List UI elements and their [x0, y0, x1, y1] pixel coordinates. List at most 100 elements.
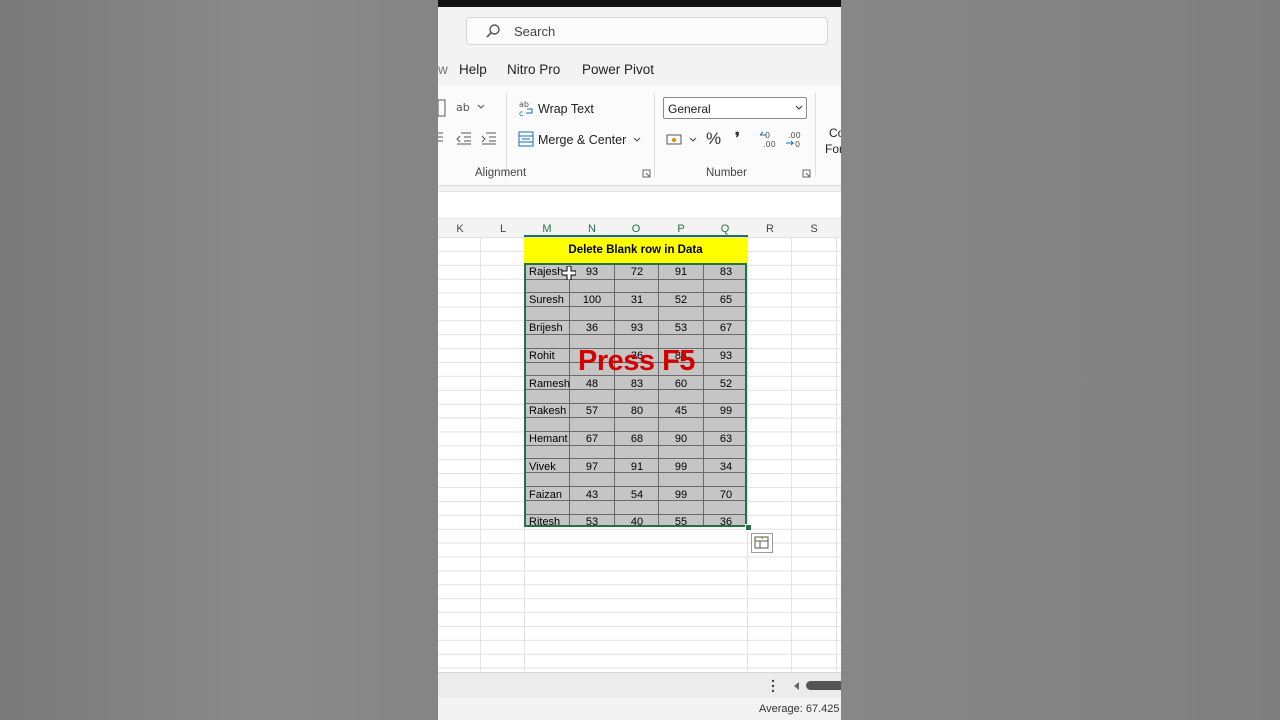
- cell-p[interactable]: 53: [659, 322, 703, 334]
- cell-q[interactable]: 36: [704, 516, 748, 528]
- cell-n[interactable]: 93: [570, 266, 614, 278]
- conditional-format-top[interactable]: Co: [829, 126, 841, 140]
- quick-analysis-button[interactable]: [751, 533, 773, 553]
- tab-partial[interactable]: w: [438, 62, 448, 77]
- cell-q[interactable]: 63: [704, 433, 748, 445]
- svg-text:.00: .00: [788, 131, 801, 140]
- table-row: Suresh 100 31 52 65: [526, 293, 749, 307]
- cell-o[interactable]: 83: [615, 378, 659, 390]
- col-header-m[interactable]: M: [525, 223, 569, 235]
- decrease-indent-icon[interactable]: [456, 131, 472, 145]
- col-header-p[interactable]: P: [659, 223, 703, 235]
- cell-o[interactable]: 72: [615, 266, 659, 278]
- tab-power-pivot[interactable]: Power Pivot: [582, 62, 654, 77]
- fill-handle[interactable]: [745, 524, 752, 531]
- cell-n[interactable]: 53: [570, 516, 614, 528]
- align-right-icon[interactable]: [438, 131, 444, 145]
- cell-p[interactable]: 91: [659, 266, 703, 278]
- title-bar: Search: [438, 7, 841, 57]
- cell-o[interactable]: 31: [615, 294, 659, 306]
- cell-name[interactable]: Rakesh: [526, 405, 573, 417]
- col-header-n[interactable]: N: [570, 223, 614, 235]
- sheet-title-cell[interactable]: Delete Blank row in Data: [524, 238, 747, 263]
- cell-q[interactable]: 67: [704, 322, 748, 334]
- cursor-cross-icon: [562, 266, 576, 280]
- accounting-format-icon[interactable]: [666, 132, 698, 148]
- scroll-left-icon[interactable]: [793, 681, 801, 691]
- increase-decimal-icon[interactable]: 0 .00: [759, 129, 781, 149]
- orientation-icon[interactable]: ab: [456, 99, 486, 115]
- cell-n[interactable]: 67: [570, 433, 614, 445]
- cell-q[interactable]: 93: [704, 350, 748, 362]
- search-placeholder: Search: [514, 24, 556, 39]
- chevron-down-icon[interactable]: [632, 136, 642, 144]
- col-header-o[interactable]: O: [614, 223, 658, 235]
- formula-bar[interactable]: [438, 191, 841, 219]
- cell-p[interactable]: 99: [659, 461, 703, 473]
- percent-button[interactable]: %: [706, 129, 721, 149]
- cell-name[interactable]: Hemant: [526, 433, 573, 445]
- selected-range[interactable]: Rajesh 93 72 91 83 Suresh 100 31 52 65 B…: [524, 263, 749, 528]
- orientation-glyph: ab: [456, 101, 470, 114]
- dialog-launcher-icon[interactable]: [642, 169, 652, 179]
- cell-o[interactable]: 93: [615, 322, 659, 334]
- horizontal-scrollbar[interactable]: [806, 681, 841, 690]
- cell-n[interactable]: 100: [570, 294, 614, 306]
- cell-name[interactable]: Ramesh: [526, 378, 573, 390]
- table-row: Brijesh 36 93 53 67: [526, 321, 749, 335]
- cell-p[interactable]: 55: [659, 516, 703, 528]
- more-options-icon[interactable]: [770, 679, 776, 693]
- cell-o[interactable]: 54: [615, 489, 659, 501]
- cell-n[interactable]: 43: [570, 489, 614, 501]
- svg-text:c: c: [519, 109, 523, 117]
- col-header-l[interactable]: L: [481, 223, 525, 235]
- col-header-k[interactable]: K: [438, 223, 482, 235]
- cell-name[interactable]: Brijesh: [526, 322, 573, 334]
- svg-text:0: 0: [795, 140, 800, 149]
- cell-o[interactable]: 68: [615, 433, 659, 445]
- col-header-q[interactable]: Q: [703, 223, 747, 235]
- cell-q[interactable]: 52: [704, 378, 748, 390]
- cell-n[interactable]: 48: [570, 378, 614, 390]
- cell-q[interactable]: 34: [704, 461, 748, 473]
- cell-name[interactable]: Suresh: [526, 294, 573, 306]
- cell-p[interactable]: 60: [659, 378, 703, 390]
- cell-q[interactable]: 83: [704, 266, 748, 278]
- cell-name[interactable]: Faizan: [526, 489, 573, 501]
- tab-help[interactable]: Help: [459, 62, 487, 77]
- wrap-text-button[interactable]: Wrap Text: [538, 102, 594, 116]
- cell-p[interactable]: 52: [659, 294, 703, 306]
- cell-o[interactable]: 91: [615, 461, 659, 473]
- cell-name[interactable]: Rohit: [526, 350, 573, 362]
- svg-text:.00: .00: [763, 140, 776, 149]
- cell-q[interactable]: 65: [704, 294, 748, 306]
- search-box[interactable]: Search: [466, 17, 828, 45]
- cell-p[interactable]: 99: [659, 489, 703, 501]
- status-bar: Average: 67.425: [438, 698, 841, 720]
- comma-button[interactable]: ❜: [735, 129, 740, 147]
- table-row: Vivek 97 91 99 34: [526, 460, 749, 474]
- cell-n[interactable]: 57: [570, 405, 614, 417]
- cell-p[interactable]: 90: [659, 433, 703, 445]
- cell-n[interactable]: 97: [570, 461, 614, 473]
- col-header-s[interactable]: S: [792, 223, 836, 235]
- cell-p[interactable]: 45: [659, 405, 703, 417]
- col-header-r[interactable]: R: [748, 223, 792, 235]
- number-format-select[interactable]: General: [663, 97, 807, 119]
- cell-name[interactable]: Vivek: [526, 461, 573, 473]
- cell-q[interactable]: 99: [704, 405, 748, 417]
- top-bar: [438, 0, 841, 7]
- tab-nitro-pro[interactable]: Nitro Pro: [507, 62, 560, 77]
- align-box-icon[interactable]: [438, 99, 446, 117]
- merge-center-button[interactable]: Merge & Center: [538, 133, 626, 147]
- cell-q[interactable]: 70: [704, 489, 748, 501]
- cell-n[interactable]: 36: [570, 322, 614, 334]
- table-row: Rakesh 57 80 45 99: [526, 404, 749, 418]
- dialog-launcher-icon[interactable]: [802, 169, 812, 179]
- cell-o[interactable]: 40: [615, 516, 659, 528]
- cell-o[interactable]: 80: [615, 405, 659, 417]
- decrease-decimal-icon[interactable]: .00 0: [784, 129, 806, 149]
- conditional-format-bottom[interactable]: For: [825, 142, 841, 156]
- cell-name[interactable]: Ritesh: [526, 516, 573, 528]
- increase-indent-icon[interactable]: [481, 131, 497, 145]
